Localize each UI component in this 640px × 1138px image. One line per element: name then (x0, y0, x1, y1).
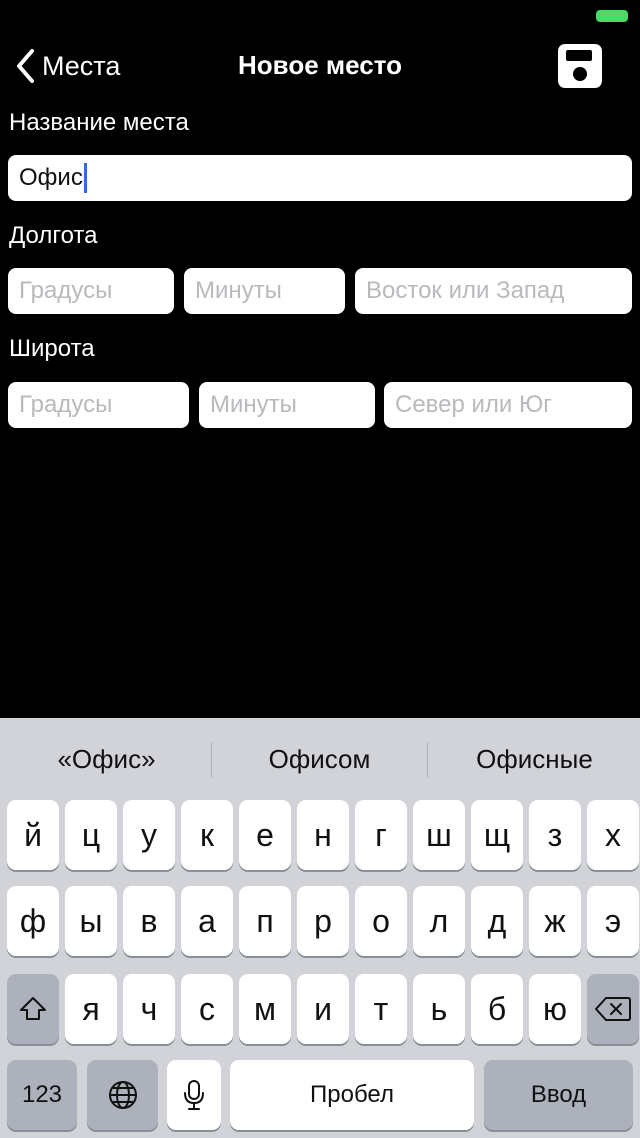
key[interactable]: б (471, 974, 523, 1044)
key[interactable]: ю (529, 974, 581, 1044)
suggestion-item[interactable]: Офисные (428, 744, 640, 775)
text-caret (83, 163, 87, 193)
save-button[interactable] (556, 42, 604, 90)
key[interactable]: ь (413, 974, 465, 1044)
placeholder: Градусы (19, 277, 113, 304)
key[interactable]: т (355, 974, 407, 1044)
placeholder: Восток или Запад (366, 277, 565, 304)
divider (211, 742, 212, 778)
suggestion-item[interactable]: Офисом (213, 744, 426, 775)
latitude-label: Широта (9, 335, 95, 362)
placeholder: Север или Юг (395, 391, 553, 418)
microphone-icon (184, 1080, 204, 1110)
return-key[interactable]: Ввод (484, 1060, 633, 1130)
placeholder: Минуты (195, 277, 282, 304)
longitude-direction-input[interactable]: Восток или Запад (355, 268, 632, 314)
floppy-disk-icon (558, 44, 602, 88)
key[interactable]: з (529, 800, 581, 870)
key[interactable]: ж (529, 886, 581, 956)
key[interactable]: у (123, 800, 175, 870)
backspace-icon (595, 997, 631, 1021)
key[interactable]: й (7, 800, 59, 870)
longitude-minutes-input[interactable]: Минуты (184, 268, 345, 314)
latitude-minutes-input[interactable]: Минуты (199, 382, 375, 428)
key[interactable]: о (355, 886, 407, 956)
globe-key[interactable] (87, 1060, 158, 1130)
place-name-label: Название места (9, 109, 189, 136)
page-title: Новое место (238, 50, 402, 80)
longitude-degrees-input[interactable]: Градусы (8, 268, 174, 314)
key[interactable]: м (239, 974, 291, 1044)
dictation-key[interactable] (167, 1060, 221, 1130)
battery-icon (596, 10, 628, 22)
key[interactable]: и (297, 974, 349, 1044)
key[interactable]: д (471, 886, 523, 956)
key[interactable]: е (239, 800, 291, 870)
shift-key[interactable] (7, 974, 59, 1044)
nav-bar: Места Новое место (0, 36, 640, 96)
globe-icon (108, 1081, 137, 1109)
key[interactable]: х (587, 800, 639, 870)
key[interactable]: ч (123, 974, 175, 1044)
placeholder: Градусы (19, 391, 113, 418)
numbers-key[interactable]: 123 (7, 1060, 77, 1130)
latitude-direction-input[interactable]: Север или Юг (384, 382, 632, 428)
keyboard: «Офис» Офисом Офисные й ц у к е н г ш щ … (0, 718, 640, 1138)
longitude-label: Долгота (9, 222, 98, 249)
key[interactable]: а (181, 886, 233, 956)
key[interactable]: н (297, 800, 349, 870)
suggestion-bar: «Офис» Офисом Офисные (0, 718, 640, 800)
key[interactable]: с (181, 974, 233, 1044)
key[interactable]: ш (413, 800, 465, 870)
key[interactable]: р (297, 886, 349, 956)
key[interactable]: щ (471, 800, 523, 870)
key[interactable]: п (239, 886, 291, 956)
key[interactable]: л (413, 886, 465, 956)
key[interactable]: к (181, 800, 233, 870)
key[interactable]: я (65, 974, 117, 1044)
placeholder: Минуты (210, 391, 297, 418)
place-name-value: Офис (19, 164, 83, 191)
delete-key[interactable] (587, 974, 639, 1044)
key[interactable]: г (355, 800, 407, 870)
shift-icon (20, 997, 46, 1020)
suggestion-item[interactable]: «Офис» (0, 744, 213, 775)
key[interactable]: ф (7, 886, 59, 956)
latitude-degrees-input[interactable]: Градусы (8, 382, 189, 428)
key[interactable]: в (123, 886, 175, 956)
key[interactable]: ы (65, 886, 117, 956)
space-key[interactable]: Пробел (230, 1060, 474, 1130)
place-name-input[interactable]: Офис (8, 155, 632, 201)
key[interactable]: э (587, 886, 639, 956)
key[interactable]: ц (65, 800, 117, 870)
